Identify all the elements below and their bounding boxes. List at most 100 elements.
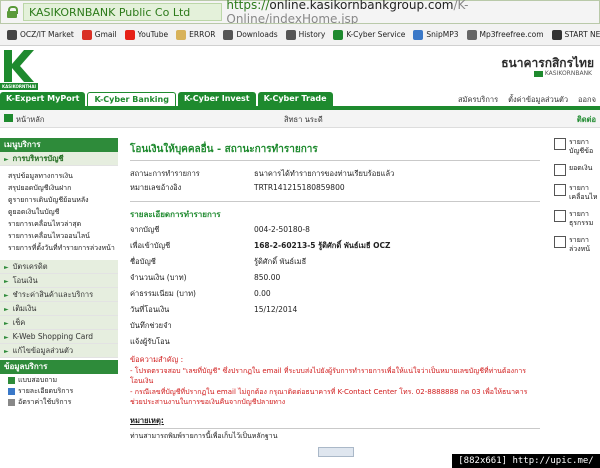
detail-value: 850.00 <box>254 273 281 282</box>
home-link[interactable]: หน้าหลัก <box>16 114 44 126</box>
top-links: สมัครบริการ ตั้งค่าข้อมูลส่วนตัว ออกจ <box>458 94 596 106</box>
quick-link-text: รายกา ธุรกรรม <box>569 210 593 228</box>
service-link[interactable]: อัตราค่าใช้บริการ <box>0 397 118 408</box>
service-link[interactable]: แบบสอบถาม <box>0 375 118 386</box>
sidebar-link[interactable]: รายการเคลื่อนไหวล่าสุด <box>0 218 118 230</box>
quick-link-text: ยอดเงิน <box>569 164 592 173</box>
bookmark-label: Mp3freefree.com <box>479 30 544 39</box>
bookmark-label: Gmail <box>94 30 117 39</box>
page-title: โอนเงินให้บุคคลอื่น - สถานะการทำรายการ <box>130 144 318 155</box>
sidebar-link[interactable]: รายการเคลื่อนไหวออนไลน์ <box>0 230 118 242</box>
bookmark-item[interactable]: K-Cyber Service <box>330 26 408 44</box>
sidebar-section-account[interactable]: การบริหารบัญชี <box>0 152 118 166</box>
home-icon[interactable] <box>4 114 13 122</box>
bookmark-item[interactable]: Gmail <box>79 26 120 44</box>
tab-k-cyber-banking[interactable]: K-Cyber Banking <box>87 92 176 106</box>
service-icon <box>8 388 15 395</box>
ocz-icon <box>7 29 17 40</box>
sidebar-link[interactable]: ดูรายการเดินบัญชีย้อนหลัง <box>0 194 118 206</box>
menu-title: เมนูบริการ <box>0 138 118 152</box>
bookmark-item[interactable]: OCZ/IT Market <box>4 26 77 44</box>
bookmark-item[interactable]: Downloads <box>220 26 280 44</box>
contact-link[interactable]: ติดต่อ <box>577 114 596 126</box>
status-value: ธนาคารได้ทำรายการของท่านเรียบร้อยแล้ว <box>254 169 395 178</box>
bank-name-english: KASIKORNBANK <box>533 70 592 77</box>
url-text[interactable]: https://online.kasikornbankgroup.com/K-O… <box>226 0 599 26</box>
sidebar-section[interactable]: เช็ค <box>0 316 118 330</box>
quick-link[interactable]: รายกา ล่วงหน้ <box>554 236 600 254</box>
detail-value: 168-2-60213-5 รู้ดิศักดิ์ พันธ์เมธี OCZ <box>254 241 391 250</box>
bookmark-label: OCZ/IT Market <box>20 30 74 39</box>
quick-link-line: ยอดเงิน <box>569 164 593 172</box>
product-tabs: K-Expert MyPort K-Cyber Banking K-Cyber In… <box>0 92 335 106</box>
bookmarks-bar: OCZ/IT Market Gmail YouTube ERROR Downloads H… <box>0 24 600 46</box>
quick-link[interactable]: ยอดเงิน <box>554 164 600 176</box>
detail-label: แจ้งผู้รับโอน <box>130 337 170 346</box>
reference-label: หมายเลขอ้างอิง <box>130 183 182 192</box>
bookmark-label: History <box>298 30 326 39</box>
quick-link[interactable]: รายกา ธุรกรรม <box>554 210 600 228</box>
detail-value: 15/12/2014 <box>254 305 298 314</box>
detail-value: รู้ดิศักดิ์ พันธ์เมธี <box>254 257 307 266</box>
site-identity-badge[interactable]: KASIKORNBANK Public Co Ltd [TH] <box>22 3 223 37</box>
detail-row: ชื่อบัญชี รู้ดิศักดิ์ พันธ์เมธี <box>130 254 540 270</box>
notice-title: ข้อความสำคัญ : <box>130 355 184 364</box>
sidebar-section[interactable]: บัตรเครดิต <box>0 260 118 274</box>
bookmark-item[interactable]: YouTube <box>122 26 172 44</box>
history-icon <box>285 29 296 40</box>
quick-link[interactable]: รายกา เคลื่อนไห <box>554 184 600 202</box>
sidebar-section[interactable]: K-Web Shopping Card <box>0 330 118 344</box>
bookmark-item[interactable]: START NET 3BB <box>549 26 600 44</box>
tab-k-expert-myport[interactable]: K-Expert MyPort <box>0 92 86 106</box>
detail-label: ค่าธรรมเนียม (บาท) <box>130 289 196 298</box>
notice-line-1: - โปรดตรวจสอบ "เลขที่บัญชี" ซึ่งปรากฏใน … <box>130 367 527 385</box>
upload-watermark: [882x661] http://upic.me/ <box>452 454 600 468</box>
sidebar-section[interactable]: ชำระค่าสินค้าและบริการ <box>0 288 118 302</box>
detail-row: จากบัญชี 004-2-50180-8 <box>130 222 540 238</box>
service-icon <box>8 399 15 406</box>
settings-link[interactable]: ตั้งค่าข้อมูลส่วนตัว <box>508 94 568 106</box>
sidebar-section[interactable]: แก้ไขข้อมูลส่วนตัว <box>0 344 118 358</box>
logout-link[interactable]: ออกจ <box>578 94 596 106</box>
sidebar-section[interactable]: เติมเงิน <box>0 302 118 316</box>
quick-link-line: รายกา <box>569 184 589 192</box>
quick-link-line: ธุรกรรม <box>569 219 594 227</box>
bookmark-item[interactable]: SnipMP3 <box>410 26 461 44</box>
tab-k-cyber-invest[interactable]: K-Cyber Invest <box>177 92 256 106</box>
service-label: แบบสอบถาม <box>18 376 58 384</box>
bookmark-item[interactable]: ERROR <box>173 26 218 44</box>
remark-text: ท่านสามารถพิมพ์รายการนี้เพื่อเก็บไว้เป็น… <box>130 432 278 440</box>
sidebar-link[interactable]: รายการที่ตั้งวันที่ทำรายการล่วงหน้า <box>0 242 118 254</box>
print-button[interactable] <box>318 447 354 457</box>
quick-link-line: รายกา <box>569 210 589 218</box>
kbank-icon <box>333 29 344 40</box>
bookmark-label: START NET 3BB <box>564 30 600 39</box>
quick-link[interactable]: รายกา บัญชีข้อ <box>554 138 600 156</box>
service-link[interactable]: รายละเอียดบริการ <box>0 386 118 397</box>
service-label: อัตราค่าใช้บริการ <box>18 398 72 406</box>
section-divider <box>130 201 540 202</box>
title-divider <box>130 160 540 161</box>
quick-link-icon <box>554 236 566 248</box>
address-bar[interactable]: KASIKORNBANK Public Co Ltd [TH] https://… <box>0 0 600 37</box>
sidebar-link[interactable]: สรุปยอดบัญชีเงินฝาก <box>0 182 118 194</box>
detail-row: วันที่โอนเงิน 15/12/2014 <box>130 302 540 318</box>
quick-link-icon <box>554 184 566 196</box>
bookmark-item[interactable]: Mp3freefree.com <box>464 26 547 44</box>
quick-link-line: เคลื่อนไห <box>569 193 598 201</box>
snipmp3-icon <box>413 29 424 40</box>
bookmark-label: Downloads <box>236 30 278 39</box>
bookmark-item[interactable]: History <box>283 26 329 44</box>
kbank-logo[interactable]: KASIKORNTHAI <box>0 48 38 90</box>
bookmark-label: SnipMP3 <box>426 30 459 39</box>
tab-k-cyber-trade[interactable]: K-Cyber Trade <box>257 92 333 106</box>
quick-link-icon <box>554 138 566 150</box>
sidebar-link[interactable]: สรุปข้อมูลทางการเงิน <box>0 170 118 182</box>
quick-link-text: รายกา ล่วงหน้ <box>569 236 590 254</box>
sidebar-link[interactable]: ดูยอดเงินในบัญชี <box>0 206 118 218</box>
quick-link-icon <box>554 210 566 222</box>
sidebar-section[interactable]: โอนเงิน <box>0 274 118 288</box>
register-link[interactable]: สมัครบริการ <box>458 94 498 106</box>
transfer-status-panel: โอนเงินให้บุคคลอื่น - สถานะการทำรายการ ส… <box>130 142 540 442</box>
remark-heading: หมายเหตุ: <box>130 416 164 425</box>
